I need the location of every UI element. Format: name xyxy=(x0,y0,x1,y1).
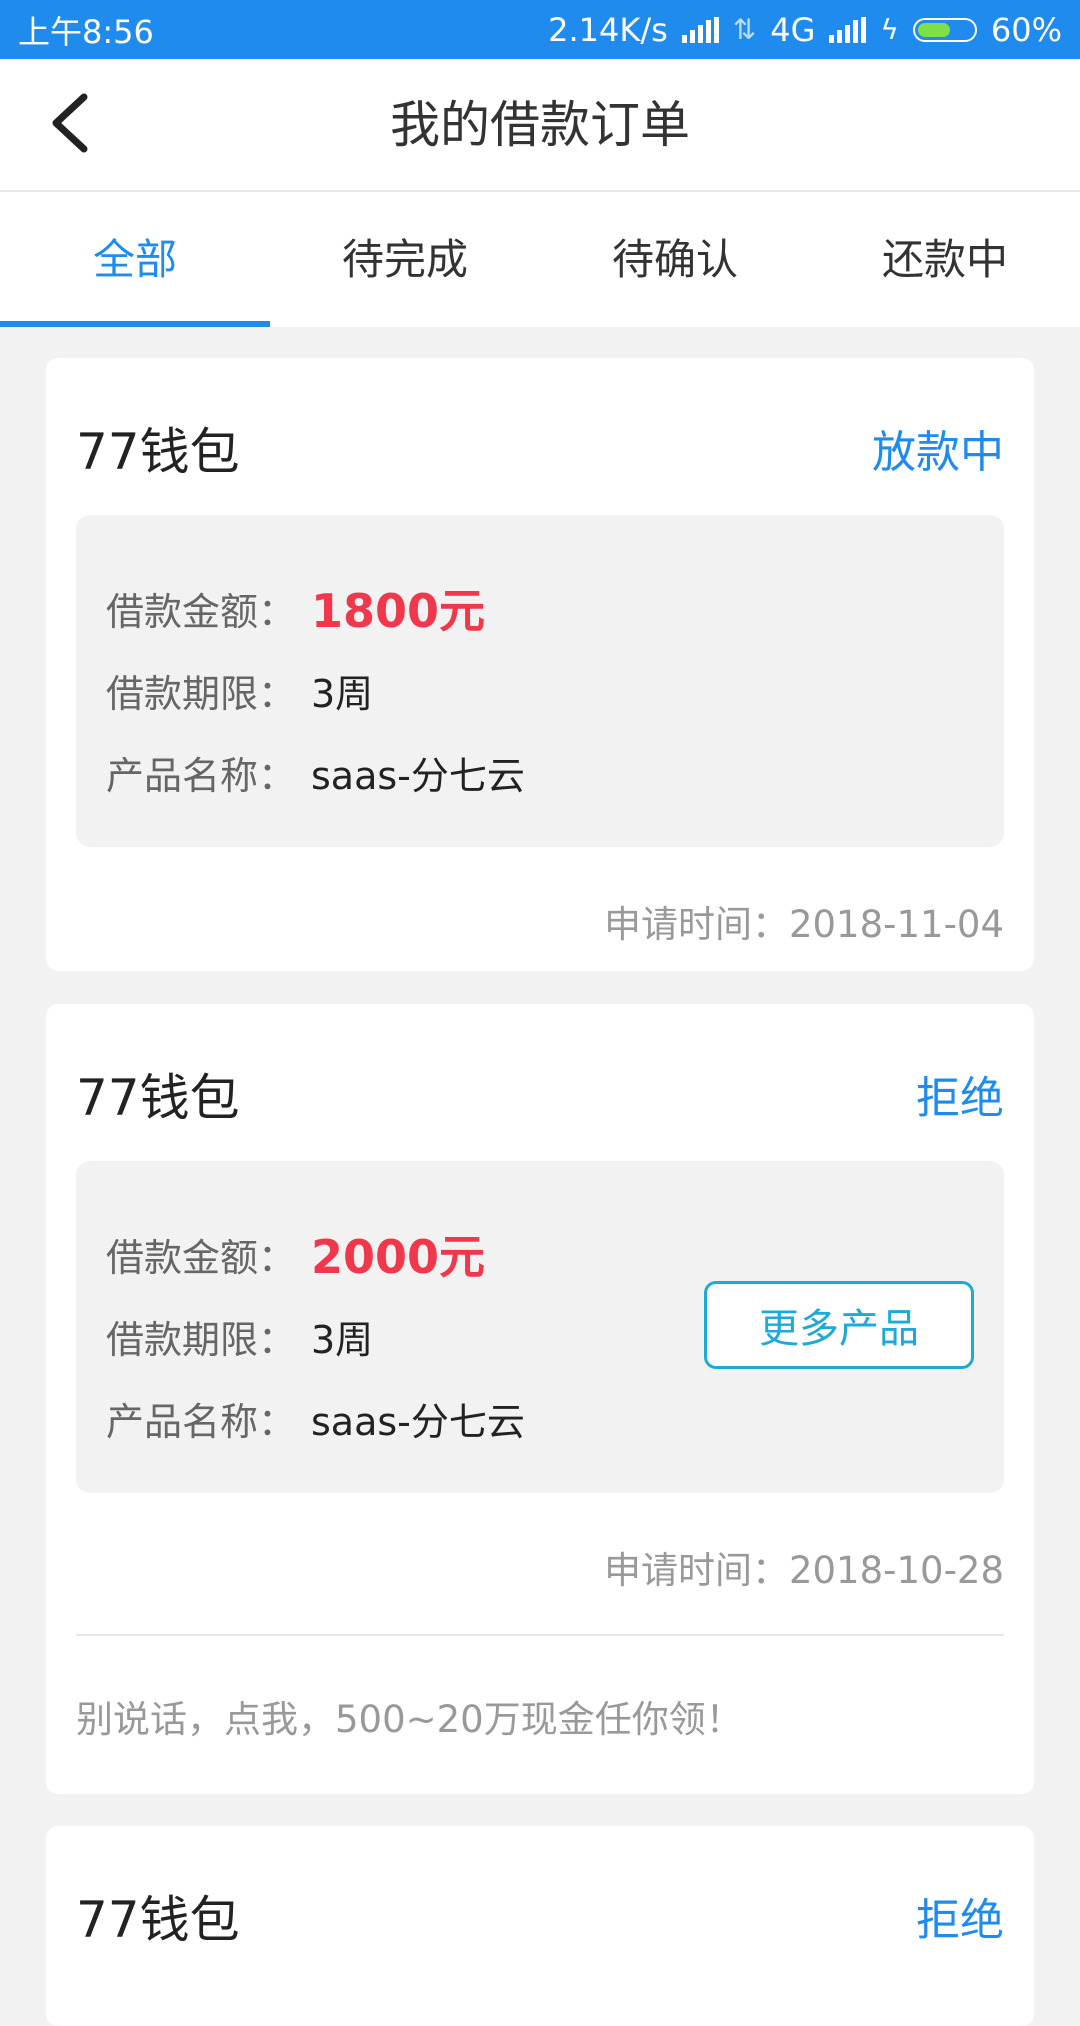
product-value: saas-分七云 xyxy=(311,1400,525,1444)
status-right: 2.14K/s ⇅ 4G ϟ 60% xyxy=(548,11,1062,49)
status-time: 上午8:56 xyxy=(18,12,154,51)
merchant-name: 77钱包 xyxy=(76,1891,240,1949)
divider xyxy=(76,1634,1004,1636)
term-label: 借款期限： xyxy=(106,1318,297,1362)
more-products-button[interactable]: 更多产品 xyxy=(704,1281,974,1369)
merchant-name: 77钱包 xyxy=(76,423,240,481)
term-row: 借款期限： 3周 xyxy=(106,663,373,718)
card-header: 77钱包 拒绝 xyxy=(76,1876,1004,1956)
term-label: 借款期限： xyxy=(106,672,297,716)
apply-time-value: 2018-10-28 xyxy=(788,1549,1004,1592)
order-status: 拒绝 xyxy=(916,1073,1004,1124)
amount-row: 借款金额： 2000元 xyxy=(106,1221,485,1287)
network-type: 4G xyxy=(770,10,816,49)
apply-time-label: 申请时间： xyxy=(603,903,789,946)
amount-value: 2000元 xyxy=(311,1230,486,1284)
apply-time: 申请时间：2018-11-04 xyxy=(604,894,1004,948)
battery-percent: 60% xyxy=(990,10,1062,49)
product-label: 产品名称： xyxy=(106,1400,297,1444)
page-title: 我的借款订单 xyxy=(390,96,690,154)
apply-time-label: 申请时间： xyxy=(603,1549,789,1592)
data-transfer-icon: ⇅ xyxy=(732,13,757,46)
product-label: 产品名称： xyxy=(106,754,297,798)
amount-row: 借款金额： 1800元 xyxy=(106,575,485,641)
tab-all[interactable]: 全部 xyxy=(0,192,270,327)
battery-fill xyxy=(917,22,951,37)
term-row: 借款期限： 3周 xyxy=(106,1309,373,1364)
signal-icon xyxy=(681,16,719,43)
tab-repaying[interactable]: 还款中 xyxy=(810,192,1080,327)
apply-time-value: 2018-11-04 xyxy=(788,903,1004,946)
term-value: 3周 xyxy=(311,672,374,716)
app-header: 我的借款订单 xyxy=(0,59,1080,192)
amount-value: 1800元 xyxy=(311,584,486,638)
order-card[interactable]: 77钱包 拒绝 xyxy=(46,1826,1034,2026)
order-info-box: 借款金额： 2000元 借款期限： 3周 产品名称： saas-分七云 更多产品 xyxy=(76,1161,1004,1493)
card-header: 77钱包 拒绝 xyxy=(76,1054,1004,1134)
product-row: 产品名称： saas-分七云 xyxy=(106,1391,525,1446)
product-value: saas-分七云 xyxy=(311,754,525,798)
signal-icon-2 xyxy=(829,16,867,43)
network-speed: 2.14K/s xyxy=(548,10,668,49)
card-header: 77钱包 放款中 xyxy=(76,408,1004,488)
amount-label: 借款金额： xyxy=(106,1235,297,1280)
apply-time: 申请时间：2018-10-28 xyxy=(604,1540,1004,1594)
tab-pending[interactable]: 待完成 xyxy=(270,192,540,327)
order-info-box: 借款金额： 1800元 借款期限： 3周 产品名称： saas-分七云 xyxy=(76,515,1004,847)
order-card[interactable]: 77钱包 拒绝 借款金额： 2000元 借款期限： 3周 产品名称： saas-… xyxy=(46,1004,1034,1794)
product-row: 产品名称： saas-分七云 xyxy=(106,745,525,800)
tab-to-confirm[interactable]: 待确认 xyxy=(540,192,810,327)
term-value: 3周 xyxy=(311,1318,374,1362)
order-tabs: 全部 待完成 待确认 还款中 xyxy=(0,192,1080,327)
merchant-name: 77钱包 xyxy=(76,1069,240,1127)
order-status: 拒绝 xyxy=(916,1895,1004,1946)
status-bar: 上午8:56 2.14K/s ⇅ 4G ϟ 60% xyxy=(0,0,1080,59)
promo-link[interactable]: 别说话，点我，500~20万现金任你领！ xyxy=(76,1689,743,1743)
battery-icon xyxy=(912,17,977,42)
order-card[interactable]: 77钱包 放款中 借款金额： 1800元 借款期限： 3周 产品名称： saas… xyxy=(46,358,1034,971)
charging-icon: ϟ xyxy=(880,13,899,46)
order-status: 放款中 xyxy=(872,427,1004,478)
amount-label: 借款金额： xyxy=(106,589,297,634)
